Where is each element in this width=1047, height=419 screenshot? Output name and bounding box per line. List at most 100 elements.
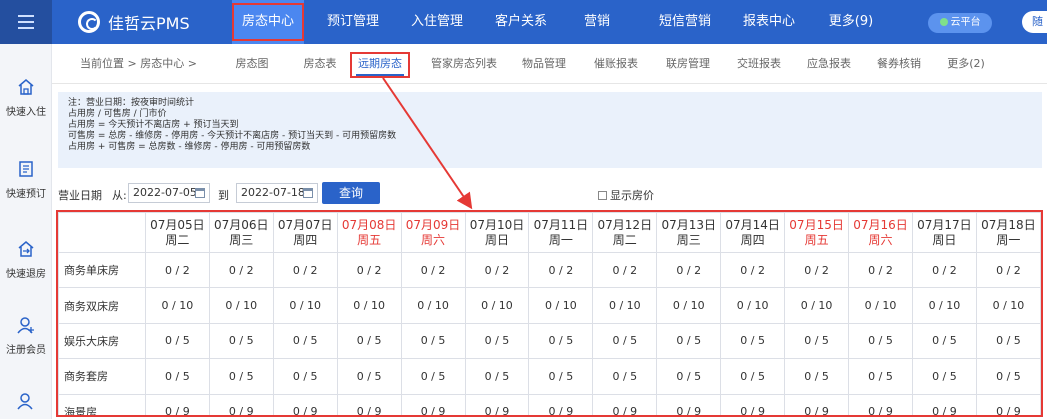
availability-cell[interactable]: 0 / 5 xyxy=(656,358,722,395)
nav-more[interactable]: 更多(9) xyxy=(812,0,890,44)
availability-cell[interactable]: 0 / 9 xyxy=(528,393,594,415)
availability-cell[interactable]: 0 / 9 xyxy=(720,393,786,415)
availability-cell[interactable]: 0 / 2 xyxy=(528,251,594,289)
availability-cell[interactable]: 0 / 9 xyxy=(784,393,850,415)
availability-cell[interactable]: 0 / 5 xyxy=(911,322,977,360)
availability-cell[interactable]: 0 / 9 xyxy=(592,393,658,415)
availability-cell[interactable]: 0 / 5 xyxy=(336,358,402,395)
sidebar-item-quick-checkout[interactable]: 快速退房 xyxy=(0,240,52,280)
availability-cell[interactable]: 0 / 5 xyxy=(208,322,274,360)
availability-cell[interactable]: 0 / 9 xyxy=(848,393,913,415)
availability-cell[interactable]: 0 / 2 xyxy=(720,251,786,289)
show-price-checkbox[interactable]: 显示房价 xyxy=(598,187,654,203)
availability-cell[interactable]: 0 / 5 xyxy=(144,322,210,360)
tab-dunning-report[interactable]: 催账报表 xyxy=(590,44,642,84)
availability-cell[interactable]: 0 / 10 xyxy=(592,287,658,324)
availability-cell[interactable]: 0 / 5 xyxy=(848,322,913,360)
availability-cell[interactable]: 0 / 10 xyxy=(208,287,274,324)
availability-cell[interactable]: 0 / 10 xyxy=(272,287,338,324)
availability-cell[interactable]: 0 / 2 xyxy=(848,251,913,289)
availability-cell[interactable]: 0 / 2 xyxy=(656,251,722,289)
availability-cell[interactable]: 0 / 5 xyxy=(400,358,466,395)
availability-cell[interactable]: 0 / 9 xyxy=(208,393,274,415)
availability-cell[interactable]: 0 / 5 xyxy=(208,358,274,395)
availability-cell[interactable]: 0 / 5 xyxy=(528,358,594,395)
calendar-icon[interactable] xyxy=(195,188,205,198)
tab-room-table[interactable]: 房态表 xyxy=(298,44,342,84)
query-button[interactable]: 查询 xyxy=(322,182,380,204)
availability-cell[interactable]: 0 / 5 xyxy=(720,322,786,360)
availability-cell[interactable]: 0 / 9 xyxy=(272,393,338,415)
availability-cell[interactable]: 0 / 5 xyxy=(784,358,850,395)
nav-sms-marketing[interactable]: 短信营销 xyxy=(646,0,724,44)
availability-cell[interactable]: 0 / 9 xyxy=(336,393,402,415)
availability-cell[interactable]: 0 / 5 xyxy=(528,322,594,360)
availability-cell[interactable]: 0 / 2 xyxy=(144,251,210,289)
availability-cell[interactable]: 0 / 2 xyxy=(272,251,338,289)
availability-cell[interactable]: 0 / 9 xyxy=(975,393,1041,415)
availability-cell[interactable]: 0 / 2 xyxy=(784,251,850,289)
edge-button[interactable]: 随 xyxy=(1022,11,1047,33)
availability-cell[interactable]: 0 / 5 xyxy=(272,358,338,395)
availability-cell[interactable]: 0 / 5 xyxy=(911,358,977,395)
availability-cell[interactable]: 0 / 10 xyxy=(528,287,594,324)
availability-cell[interactable]: 0 / 9 xyxy=(911,393,977,415)
availability-cell[interactable]: 0 / 10 xyxy=(975,287,1041,324)
availability-cell[interactable]: 0 / 5 xyxy=(464,358,530,395)
availability-cell[interactable]: 0 / 2 xyxy=(911,251,977,289)
availability-cell[interactable]: 0 / 5 xyxy=(784,322,850,360)
availability-cell[interactable]: 0 / 2 xyxy=(336,251,402,289)
tab-emergency-report[interactable]: 应急报表 xyxy=(802,44,856,84)
cloud-platform-button[interactable]: 云平台 xyxy=(928,13,992,33)
availability-cell[interactable]: 0 / 5 xyxy=(975,358,1041,395)
availability-cell[interactable]: 0 / 10 xyxy=(911,287,977,324)
availability-cell[interactable]: 0 / 5 xyxy=(848,358,913,395)
availability-cell[interactable]: 0 / 2 xyxy=(208,251,274,289)
brand-logo[interactable]: 佳哲云PMS xyxy=(78,10,190,34)
availability-cell[interactable]: 0 / 5 xyxy=(272,322,338,360)
availability-cell[interactable]: 0 / 5 xyxy=(144,358,210,395)
availability-cell[interactable]: 0 / 5 xyxy=(592,322,658,360)
availability-cell[interactable]: 0 / 10 xyxy=(400,287,466,324)
availability-cell[interactable]: 0 / 2 xyxy=(592,251,658,289)
tab-more[interactable]: 更多(2) xyxy=(940,44,992,84)
nav-customers[interactable]: 客户关系 xyxy=(482,0,560,44)
tab-linked-rooms[interactable]: 联房管理 xyxy=(660,44,716,84)
availability-cell[interactable]: 0 / 5 xyxy=(720,358,786,395)
availability-cell[interactable]: 0 / 5 xyxy=(592,358,658,395)
availability-cell[interactable]: 0 / 5 xyxy=(975,322,1041,360)
calendar-icon[interactable] xyxy=(303,188,313,198)
availability-cell[interactable]: 0 / 10 xyxy=(144,287,210,324)
nav-checkin[interactable]: 入住管理 xyxy=(398,0,476,44)
availability-cell[interactable]: 0 / 5 xyxy=(464,322,530,360)
menu-toggle-button[interactable] xyxy=(0,0,52,44)
availability-cell[interactable]: 0 / 9 xyxy=(400,393,466,415)
availability-cell[interactable]: 0 / 5 xyxy=(400,322,466,360)
checkbox-icon[interactable] xyxy=(598,191,607,200)
availability-cell[interactable]: 0 / 9 xyxy=(144,393,210,415)
nav-reservations[interactable]: 预订管理 xyxy=(314,0,392,44)
from-date-field[interactable]: 2022-07-05 xyxy=(128,183,210,203)
availability-cell[interactable]: 0 / 10 xyxy=(464,287,530,324)
availability-cell[interactable]: 0 / 2 xyxy=(975,251,1041,289)
to-date-field[interactable]: 2022-07-18 xyxy=(236,183,318,203)
tab-housekeeping-list[interactable]: 管家房态列表 xyxy=(426,44,502,84)
availability-cell[interactable]: 0 / 10 xyxy=(656,287,722,324)
availability-cell[interactable]: 0 / 5 xyxy=(656,322,722,360)
sidebar-item-register-member[interactable]: 注册会员 xyxy=(0,316,52,356)
availability-cell[interactable]: 0 / 10 xyxy=(848,287,913,324)
availability-cell[interactable]: 0 / 9 xyxy=(656,393,722,415)
availability-cell[interactable]: 0 / 9 xyxy=(464,393,530,415)
sidebar-item-quick-reserve[interactable]: 快速预订 xyxy=(0,160,52,200)
sidebar-item-quick-checkin[interactable]: 快速入住 xyxy=(0,78,52,118)
tab-item-management[interactable]: 物品管理 xyxy=(518,44,570,84)
tab-meal-voucher[interactable]: 餐券核销 xyxy=(872,44,926,84)
availability-cell[interactable]: 0 / 2 xyxy=(464,251,530,289)
tab-room-chart[interactable]: 房态图 xyxy=(230,44,274,84)
availability-cell[interactable]: 0 / 5 xyxy=(336,322,402,360)
availability-cell[interactable]: 0 / 10 xyxy=(784,287,850,324)
availability-cell[interactable]: 0 / 2 xyxy=(400,251,466,289)
nav-marketing[interactable]: 营销 xyxy=(566,0,628,44)
availability-cell[interactable]: 0 / 10 xyxy=(336,287,402,324)
tab-shift-report[interactable]: 交班报表 xyxy=(732,44,786,84)
